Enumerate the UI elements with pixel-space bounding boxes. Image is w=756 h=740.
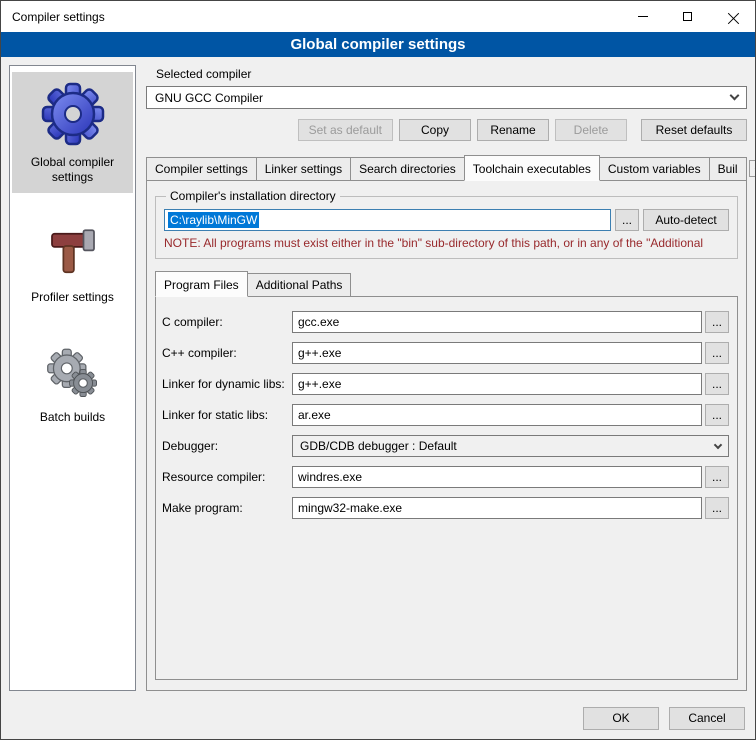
ok-button[interactable]: OK	[583, 707, 659, 730]
field-row: Linker for dynamic libs: ...	[162, 373, 729, 395]
subtab-additional-paths[interactable]: Additional Paths	[247, 273, 352, 297]
debugger-label: Debugger:	[162, 439, 292, 453]
program-files-panel: C compiler: ... C++ compiler: ...	[155, 296, 738, 680]
category-sidebar: Global compiler settings Profiler settin…	[9, 65, 136, 691]
gray-gears-icon	[42, 345, 104, 401]
main-panel: Selected compiler GNU GCC Compiler Set a…	[146, 65, 747, 691]
installation-path-input[interactable]: C:\raylib\MinGW	[164, 209, 611, 231]
installation-note: NOTE: All programs must exist either in …	[164, 236, 729, 250]
sidebar-item-label: Global compiler settings	[14, 155, 131, 185]
maximize-button[interactable]	[665, 1, 710, 32]
dynamic-linker-label: Linker for dynamic libs:	[162, 377, 292, 391]
set-as-default-button: Set as default	[298, 119, 393, 141]
rename-button[interactable]: Rename	[477, 119, 549, 141]
field-row: Debugger: GDB/CDB debugger : Default	[162, 435, 729, 457]
field-row: Make program: ...	[162, 497, 729, 519]
browse-button[interactable]: ...	[705, 466, 729, 488]
dialog-footer: OK Cancel	[1, 697, 755, 739]
selected-compiler-label: Selected compiler	[156, 67, 747, 81]
browse-button[interactable]: ...	[705, 497, 729, 519]
titlebar: Compiler settings	[1, 1, 755, 32]
sidebar-item-profiler-settings[interactable]: Profiler settings	[12, 215, 133, 313]
tab-toolchain-executables[interactable]: Toolchain executables	[464, 155, 600, 181]
tab-scroll-left-button[interactable]: ◄	[749, 160, 756, 177]
cpp-compiler-input[interactable]	[292, 342, 702, 364]
cancel-button[interactable]: Cancel	[669, 707, 745, 730]
static-linker-label: Linker for static libs:	[162, 408, 292, 422]
browse-button[interactable]: ...	[705, 373, 729, 395]
browse-button[interactable]: ...	[705, 342, 729, 364]
tab-search-directories[interactable]: Search directories	[350, 157, 465, 181]
settings-tabstrip: Compiler settings Linker settings Search…	[146, 155, 747, 180]
installation-path-selected-text: C:\raylib\MinGW	[168, 212, 259, 228]
compiler-select-value: GNU GCC Compiler	[155, 91, 263, 105]
close-icon	[727, 11, 739, 23]
window-controls	[620, 1, 755, 32]
sidebar-item-batch-builds[interactable]: Batch builds	[12, 335, 133, 433]
browse-button[interactable]: ...	[705, 404, 729, 426]
browse-installation-button[interactable]: ...	[615, 209, 639, 231]
c-compiler-input[interactable]	[292, 311, 702, 333]
tab-linker-settings[interactable]: Linker settings	[256, 157, 351, 181]
maximize-icon	[683, 12, 692, 21]
sidebar-item-global-compiler-settings[interactable]: Global compiler settings	[12, 72, 133, 193]
make-program-label: Make program:	[162, 501, 292, 515]
resource-compiler-label: Resource compiler:	[162, 470, 292, 484]
resource-compiler-input[interactable]	[292, 466, 702, 488]
c-compiler-label: C compiler:	[162, 315, 292, 329]
program-tabstrip: Program Files Additional Paths	[155, 271, 738, 296]
installation-directory-group-title: Compiler's installation directory	[166, 189, 340, 203]
debugger-select[interactable]: GDB/CDB debugger : Default	[292, 435, 729, 457]
dialog-banner: Global compiler settings	[1, 32, 755, 57]
field-row: C++ compiler: ...	[162, 342, 729, 364]
field-row: Resource compiler: ...	[162, 466, 729, 488]
dynamic-linker-input[interactable]	[292, 373, 702, 395]
tab-build-options-truncated[interactable]: Buil	[709, 157, 747, 181]
browse-button[interactable]: ...	[705, 311, 729, 333]
autodetect-button[interactable]: Auto-detect	[643, 209, 729, 231]
dialog-body: Global compiler settings Profiler settin…	[1, 57, 755, 697]
toolchain-executables-panel: Compiler's installation directory C:\ray…	[146, 180, 747, 691]
field-row: C compiler: ...	[162, 311, 729, 333]
tab-custom-variables[interactable]: Custom variables	[599, 157, 710, 181]
chevron-down-icon	[730, 91, 740, 101]
installation-directory-row: C:\raylib\MinGW ... Auto-detect	[164, 209, 729, 231]
tab-scrollers: ◄ ►	[747, 160, 756, 177]
static-linker-input[interactable]	[292, 404, 702, 426]
cpp-compiler-label: C++ compiler:	[162, 346, 292, 360]
debugger-select-value: GDB/CDB debugger : Default	[300, 439, 457, 453]
field-row: Linker for static libs: ...	[162, 404, 729, 426]
sidebar-item-label: Profiler settings	[31, 290, 114, 305]
compiler-action-buttons: Set as default Copy Rename Delete Reset …	[146, 119, 747, 141]
minimize-icon	[638, 16, 648, 17]
delete-button: Delete	[555, 119, 627, 141]
make-program-input[interactable]	[292, 497, 702, 519]
sidebar-item-label: Batch builds	[40, 410, 105, 425]
compiler-select[interactable]: GNU GCC Compiler	[146, 86, 747, 109]
chevron-down-icon	[714, 440, 722, 448]
minimize-button[interactable]	[620, 1, 665, 32]
red-tool-icon	[45, 225, 101, 281]
blue-gear-icon	[41, 82, 105, 146]
installation-directory-group: Compiler's installation directory C:\ray…	[155, 189, 738, 259]
close-button[interactable]	[710, 1, 755, 32]
subtab-program-files[interactable]: Program Files	[155, 271, 248, 297]
reset-defaults-button[interactable]: Reset defaults	[641, 119, 747, 141]
copy-button[interactable]: Copy	[399, 119, 471, 141]
compiler-settings-window: Compiler settings Global compiler settin…	[0, 0, 756, 740]
tab-compiler-settings[interactable]: Compiler settings	[146, 157, 257, 181]
window-title: Compiler settings	[1, 10, 105, 24]
